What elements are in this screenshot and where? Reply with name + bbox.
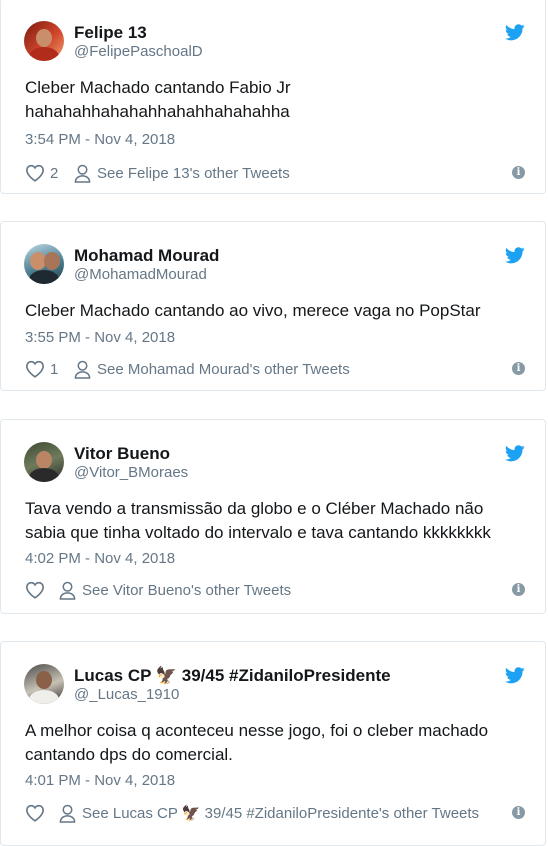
tweet-timestamp[interactable]: 3:54 PM - Nov 4, 2018 xyxy=(25,131,175,149)
avatar-face xyxy=(36,671,52,689)
twitter-bird-icon[interactable] xyxy=(505,445,525,462)
other-tweets-link[interactable]: See Lucas CP 🦅 39/45 #ZidaniloPresidente… xyxy=(82,804,479,822)
tweet-text: Cleber Machado cantando Fabio Jr hahahah… xyxy=(25,78,291,121)
avatar[interactable] xyxy=(24,442,64,482)
tweet-timestamp[interactable]: 3:55 PM - Nov 4, 2018 xyxy=(25,329,175,347)
tweet-text: Tava vendo a transmissão da globo e o Cl… xyxy=(25,499,491,542)
twitter-bird-icon[interactable] xyxy=(505,24,525,41)
avatar-shirt xyxy=(29,270,59,284)
tweet-timestamp[interactable]: 4:01 PM - Nov 4, 2018 xyxy=(25,772,175,790)
person-icon xyxy=(74,164,91,183)
author-name[interactable]: Mohamad Mourad xyxy=(74,246,219,266)
tweet-actions: See Vitor Bueno's other Tweets i xyxy=(25,580,525,600)
like-count: 1 xyxy=(50,360,59,378)
author-handle[interactable]: @_Lucas_1910 xyxy=(74,686,179,704)
avatar-face xyxy=(36,29,52,47)
author-handle[interactable]: @Vitor_BMoraes xyxy=(74,464,188,482)
tweet-card: Felipe 13 @FelipePaschoalD Cleber Machad… xyxy=(0,0,546,194)
tweet-card: Lucas CP 🦅 39/45 #ZidaniloPresidente @_L… xyxy=(0,641,546,846)
tweet-actions: 2 See Felipe 13's other Tweets i xyxy=(25,163,525,183)
author-name[interactable]: Vitor Bueno xyxy=(74,444,170,464)
avatar-shirt xyxy=(29,47,59,61)
like-count: 2 xyxy=(50,164,59,182)
heart-icon[interactable] xyxy=(25,804,45,822)
author-handle[interactable]: @MohamadMourad xyxy=(74,266,207,284)
info-icon[interactable]: i xyxy=(512,362,525,375)
twitter-bird-icon[interactable] xyxy=(505,667,525,684)
person-icon xyxy=(74,360,91,379)
heart-icon[interactable] xyxy=(25,360,45,378)
info-icon[interactable]: i xyxy=(512,806,525,819)
tweet-actions: 1 See Mohamad Mourad's other Tweets i xyxy=(25,359,525,379)
avatar-shirt xyxy=(29,468,59,482)
avatar[interactable] xyxy=(24,664,64,704)
heart-icon[interactable] xyxy=(25,581,45,599)
avatar-shirt xyxy=(29,690,59,704)
author-name[interactable]: Lucas CP 🦅 39/45 #ZidaniloPresidente xyxy=(74,666,391,686)
avatar-face xyxy=(36,451,52,469)
tweet-card: Mohamad Mourad @MohamadMourad Cleber Mac… xyxy=(0,221,546,391)
twitter-bird-icon[interactable] xyxy=(505,247,525,264)
info-icon[interactable]: i xyxy=(512,166,525,179)
other-tweets-link[interactable]: See Felipe 13's other Tweets xyxy=(97,165,290,182)
avatar[interactable] xyxy=(24,21,64,61)
other-tweets-link[interactable]: See Vitor Bueno's other Tweets xyxy=(82,582,291,599)
tweet-card: Vitor Bueno @Vitor_BMoraes Tava vendo a … xyxy=(0,419,546,614)
tweet-text: A melhor coisa q aconteceu nesse jogo, f… xyxy=(25,721,489,764)
heart-icon[interactable] xyxy=(25,164,45,182)
other-tweets-link[interactable]: See Mohamad Mourad's other Tweets xyxy=(97,361,350,378)
author-handle[interactable]: @FelipePaschoalD xyxy=(74,43,203,61)
info-icon[interactable]: i xyxy=(512,583,525,596)
person-icon xyxy=(59,581,76,600)
author-name[interactable]: Felipe 13 xyxy=(74,23,147,43)
tweet-timestamp[interactable]: 4:02 PM - Nov 4, 2018 xyxy=(25,550,175,568)
person-icon xyxy=(59,804,76,823)
avatar[interactable] xyxy=(24,244,64,284)
avatar-face-2 xyxy=(44,252,60,270)
tweet-actions: See Lucas CP 🦅 39/45 #ZidaniloPresidente… xyxy=(25,803,525,823)
tweet-text: Cleber Machado cantando ao vivo, merece … xyxy=(25,301,481,320)
